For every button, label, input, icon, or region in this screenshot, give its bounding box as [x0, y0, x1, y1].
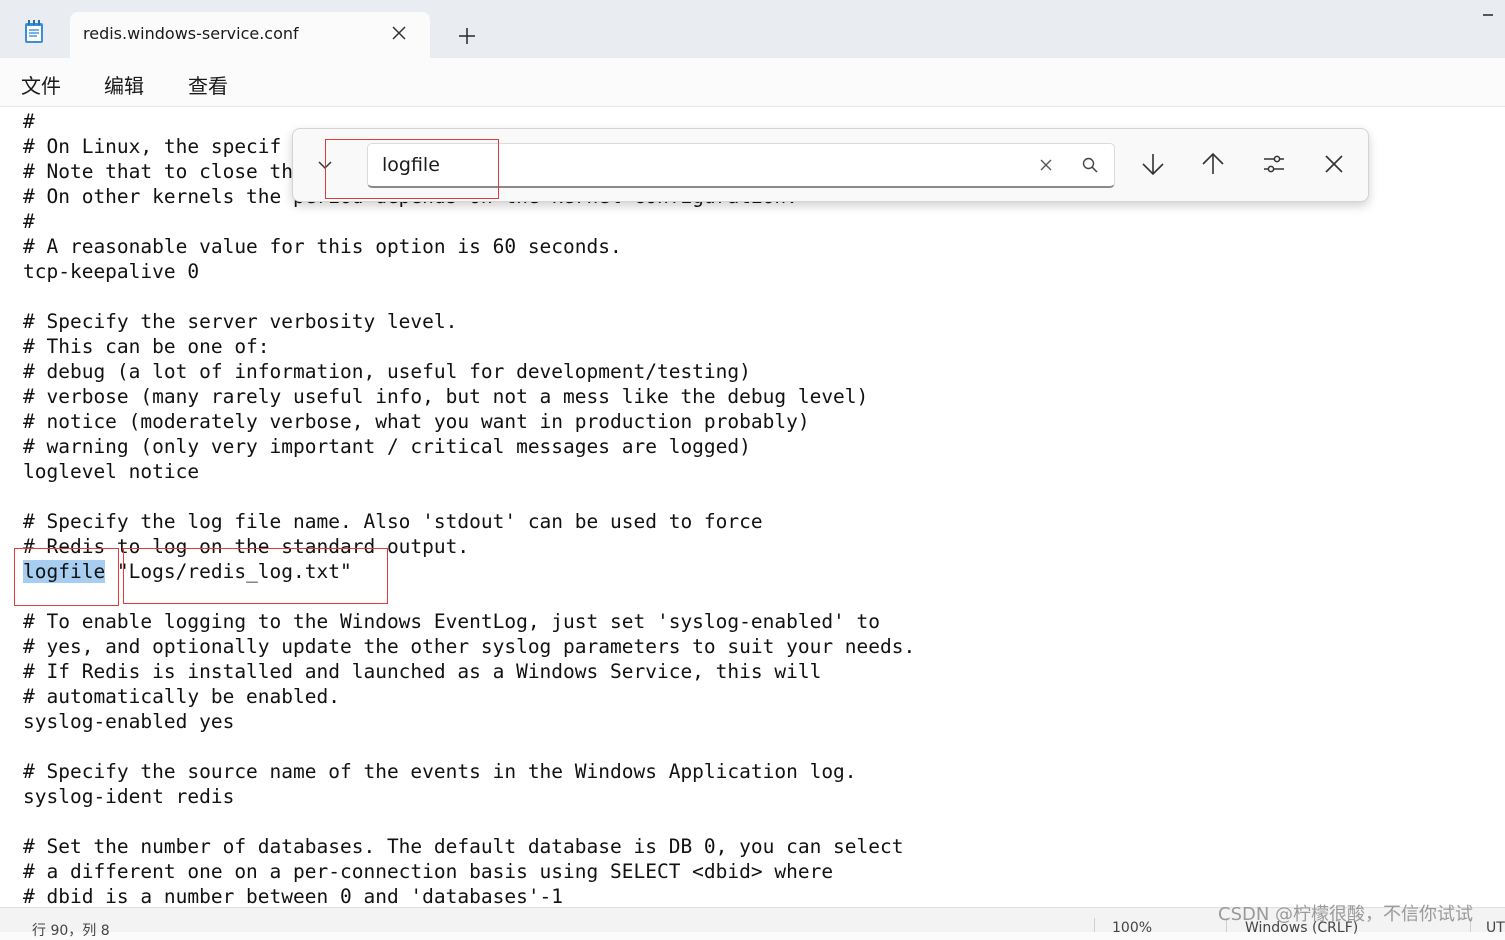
code-line: # This can be one of:	[23, 335, 270, 358]
code-line: # If Redis is installed and launched as …	[23, 660, 822, 683]
menu-file[interactable]: 文件	[21, 70, 61, 99]
find-input-box[interactable]	[367, 143, 1115, 188]
code-line: tcp-keepalive 0	[23, 260, 200, 283]
code-line: # yes, and optionally update the other s…	[23, 635, 916, 658]
menu-bar: 文件 编辑 查看	[0, 58, 1505, 107]
code-line: # Redis to log on the standard output.	[23, 535, 470, 558]
notepad-icon	[25, 20, 43, 43]
divider	[1094, 918, 1095, 932]
close-icon[interactable]	[1321, 151, 1347, 177]
new-tab-plus-icon[interactable]	[455, 24, 479, 48]
code-line-match: logfile "Logs/redis_log.txt"	[23, 559, 352, 584]
tab-redis-conf[interactable]: redis.windows-service.conf	[70, 12, 430, 58]
encoding[interactable]: UT	[1486, 920, 1505, 936]
code-line: # a different one on a per-connection ba…	[23, 860, 834, 883]
arrow-down-icon[interactable]	[1140, 151, 1166, 177]
cursor-position: 行 90，列 8	[32, 923, 110, 939]
code-line: # verbose (many rarely useful info, but …	[23, 385, 869, 408]
title-bar: redis.windows-service.conf	[0, 0, 1505, 58]
code-line: #	[23, 110, 35, 133]
code-line: # dbid is a number between 0 and 'databa…	[23, 885, 564, 907]
search-match-highlight: logfile	[23, 560, 106, 583]
tab-title: redis.windows-service.conf	[83, 24, 299, 43]
logfile-path-value: "Logs/redis_log.txt"	[105, 560, 352, 583]
code-line: syslog-enabled yes	[23, 710, 235, 733]
text-editor[interactable]: # # On Linux, the specif # Note that to …	[0, 107, 1505, 907]
find-input[interactable]	[382, 153, 982, 177]
find-panel	[292, 128, 1369, 202]
chevron-down-icon[interactable]	[317, 157, 333, 173]
menu-view[interactable]: 查看	[188, 70, 228, 99]
menu-edit[interactable]: 编辑	[104, 70, 144, 99]
code-line: loglevel notice	[23, 460, 200, 483]
options-sliders-icon[interactable]	[1261, 151, 1287, 177]
code-line: # Specify the source name of the events …	[23, 760, 857, 783]
code-line: # Specify the server verbosity level.	[23, 310, 458, 333]
code-line: # On Linux, the specif	[23, 135, 282, 158]
code-line: # Specify the log file name. Also 'stdou…	[23, 510, 763, 533]
clear-icon[interactable]	[1038, 157, 1054, 173]
code-line: # automatically be enabled.	[23, 685, 340, 708]
watermark: CSDN @柠檬很酸，不信你试试	[1218, 904, 1474, 925]
zoom-level[interactable]: 100%	[1112, 920, 1152, 936]
code-line: # Note that to close th	[23, 160, 294, 183]
arrow-up-icon[interactable]	[1200, 151, 1226, 177]
code-line: #	[23, 210, 35, 233]
code-line: # Set the number of databases. The defau…	[23, 835, 904, 858]
code-line: syslog-ident redis	[23, 785, 235, 808]
close-icon[interactable]	[390, 24, 408, 42]
code-line: # notice (moderately verbose, what you w…	[23, 410, 810, 433]
minimize-icon[interactable]	[1483, 14, 1493, 16]
code-line: # A reasonable value for this option is …	[23, 235, 622, 258]
search-icon[interactable]	[1081, 156, 1099, 174]
code-line: # debug (a lot of information, useful fo…	[23, 360, 751, 383]
code-line: # warning (only very important / critica…	[23, 435, 751, 458]
code-line: # To enable logging to the Windows Event…	[23, 610, 881, 633]
